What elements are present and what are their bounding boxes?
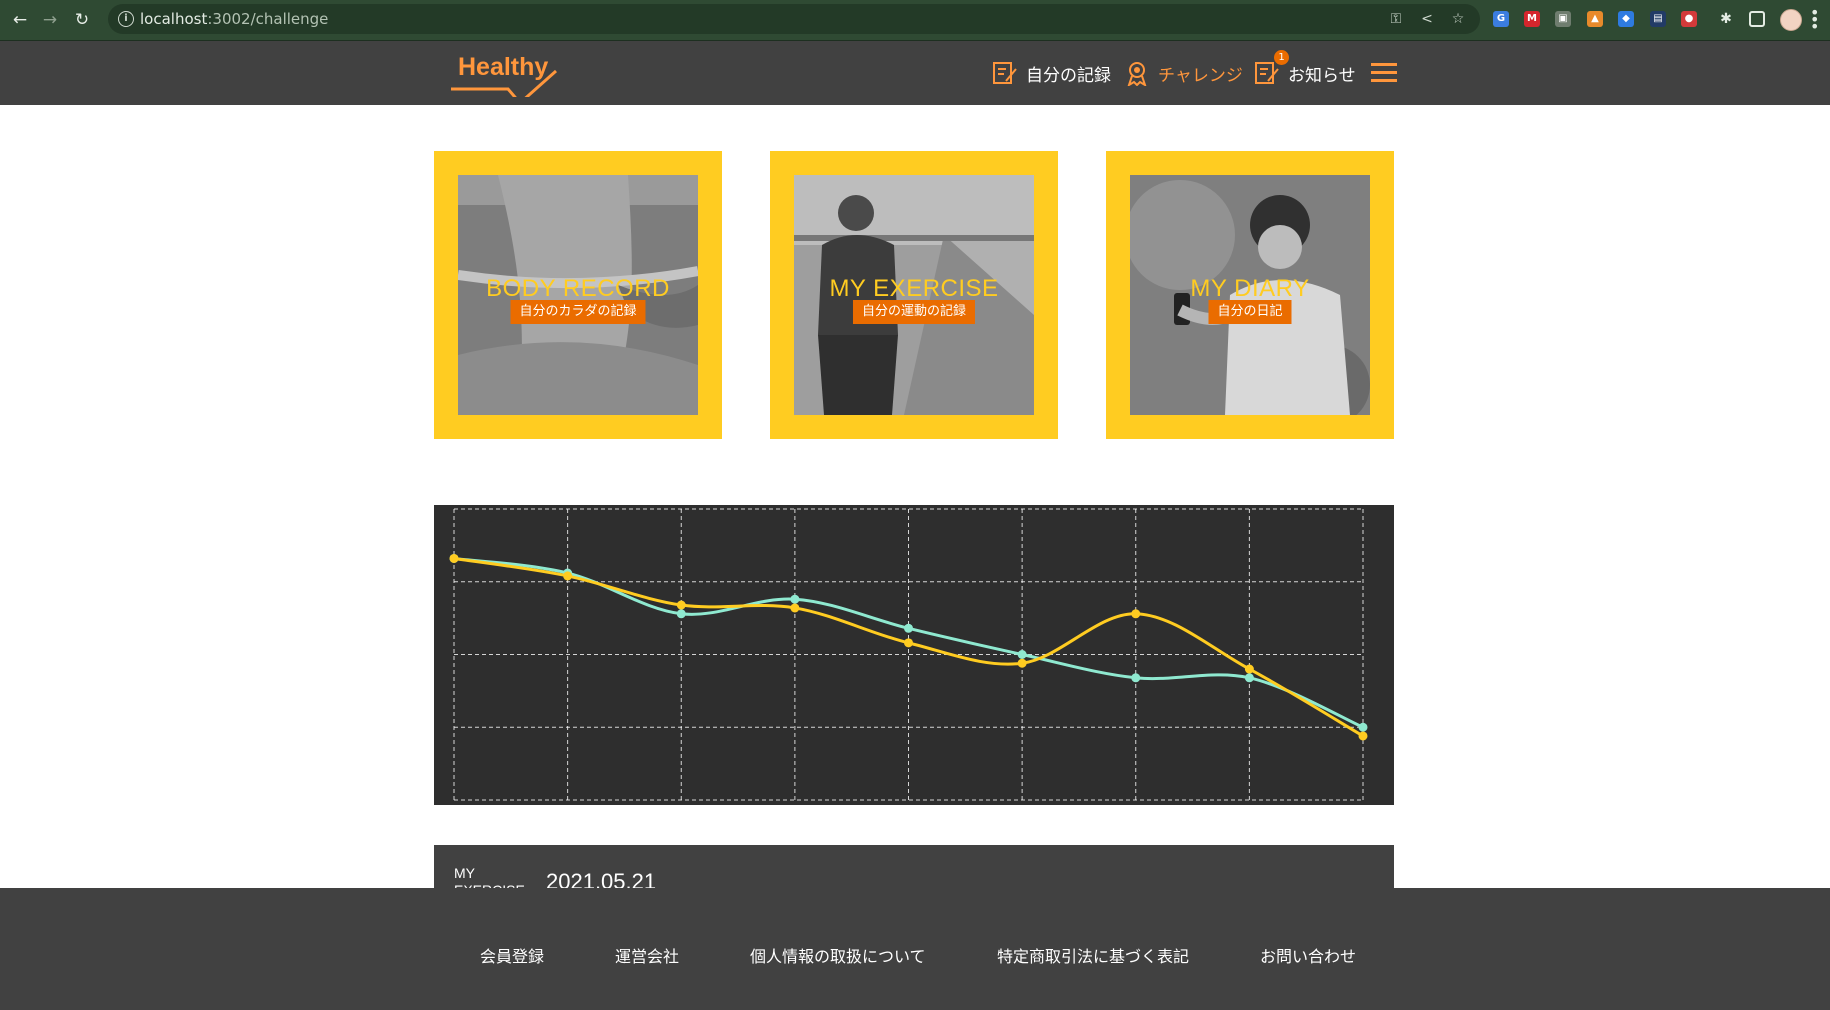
- nav-challenge[interactable]: チャレンジ: [1124, 59, 1243, 87]
- footer-link-contact[interactable]: お問い合わせ: [1260, 943, 1356, 967]
- share-icon[interactable]: <: [1419, 11, 1435, 27]
- data-point-series-1-3: [676, 609, 686, 619]
- tile-my-exercise[interactable]: MY EXERCISE 自分の運動の記録: [770, 151, 1058, 439]
- tile-my-diary[interactable]: MY DIARY 自分の日記: [1106, 151, 1394, 439]
- bookmark-star-icon[interactable]: ☆: [1450, 11, 1466, 27]
- reload-icon[interactable]: ↻: [72, 10, 92, 30]
- record-extension-icon[interactable]: ●: [1681, 11, 1697, 27]
- cube-extension-icon[interactable]: ▣: [1555, 11, 1571, 27]
- data-point-series-1-7: [1131, 673, 1141, 683]
- shield-extension-icon[interactable]: ◆: [1618, 11, 1634, 27]
- my-exercise-panel: MY EXERCISE 2021.05.21: [434, 845, 1394, 889]
- url-host: localhost: [140, 10, 208, 28]
- key-icon[interactable]: ⚿: [1388, 11, 1404, 27]
- data-point-series-2-9: [1358, 731, 1368, 741]
- nav-news-label: お知らせ: [1288, 65, 1356, 86]
- footer-link-company[interactable]: 運営会社: [615, 943, 679, 967]
- data-point-series-1-8: [1244, 673, 1254, 683]
- data-point-series-1-4: [790, 594, 800, 604]
- footer-link-commerce-law[interactable]: 特定商取引法に基づく表記: [997, 943, 1189, 967]
- tile-title: MY DIARY: [1190, 275, 1310, 302]
- tile-title: MY EXERCISE: [829, 275, 999, 302]
- data-point-series-2-7: [1131, 609, 1141, 619]
- translate-extension-icon[interactable]: G: [1493, 11, 1509, 27]
- body-record-photo: BODY RECORD 自分のカラダの記録: [458, 175, 698, 415]
- exercise-label: MY EXERCISE: [454, 865, 525, 889]
- data-point-series-2-4: [790, 603, 800, 613]
- my-exercise-photo: MY EXERCISE 自分の運動の記録: [794, 175, 1034, 415]
- data-point-series-2-8: [1244, 664, 1254, 674]
- tile-label: 自分の運動の記録: [852, 300, 976, 324]
- nav-challenge-label: チャレンジ: [1158, 65, 1243, 86]
- tile-title: BODY RECORD: [486, 275, 670, 302]
- profile-avatar[interactable]: [1780, 9, 1802, 31]
- logo-swoosh-icon: [451, 69, 557, 97]
- footer-link-register[interactable]: 会員登録: [480, 943, 544, 967]
- footer-link-privacy[interactable]: 個人情報の取扱について: [750, 943, 926, 967]
- terminal-extension-icon[interactable]: ▤: [1650, 11, 1666, 27]
- address-bar[interactable]: i localhost:3002/challenge ⚿ < ☆: [108, 4, 1480, 34]
- data-point-series-1-5: [904, 623, 913, 633]
- kebab-menu-icon[interactable]: • • •: [1810, 5, 1819, 35]
- body-record-chart: [434, 505, 1394, 805]
- m-extension-icon[interactable]: M: [1524, 11, 1540, 27]
- data-point-series-1-9: [1358, 722, 1368, 732]
- fox-extension-icon[interactable]: ▲: [1587, 11, 1603, 27]
- chart-canvas: [449, 508, 1368, 801]
- my-diary-photo: MY DIARY 自分の日記: [1130, 175, 1370, 415]
- nav-my-record-label: 自分の記録: [1026, 65, 1111, 86]
- site-header: Healthy 自分の記録 チャレンジ お知らせ: [0, 41, 1830, 105]
- nav-my-record[interactable]: 自分の記録: [992, 59, 1111, 87]
- side-panel-icon[interactable]: [1749, 11, 1765, 27]
- data-point-series-1-6: [1017, 650, 1027, 659]
- site-info-icon[interactable]: i: [118, 11, 134, 27]
- tile-label: 自分の日記: [1208, 300, 1292, 324]
- browser-toolbar: ← → ↻ i localhost:3002/challenge ⚿ < ☆ G…: [0, 0, 1830, 41]
- hamburger-menu-icon[interactable]: [1371, 63, 1397, 83]
- data-point-series-2-5: [904, 638, 913, 648]
- info-icon: [1255, 62, 1279, 84]
- footer: 会員登録 運営会社 個人情報の取扱について 特定商取引法に基づく表記 お問い合わ…: [0, 888, 1830, 1010]
- memo-icon: [993, 62, 1017, 84]
- data-point-series-2-6: [1017, 658, 1027, 668]
- puzzle-extensions-icon[interactable]: ✱: [1718, 11, 1734, 27]
- notification-badge: 1: [1274, 50, 1289, 65]
- url-text: localhost:3002/challenge: [140, 10, 328, 28]
- data-point-series-2-2: [563, 571, 573, 581]
- data-point-series-2-3: [676, 600, 686, 610]
- tile-label: 自分のカラダの記録: [510, 300, 646, 324]
- url-path: :3002/challenge: [207, 10, 329, 28]
- data-point-series-2-1: [449, 553, 459, 563]
- back-arrow-icon[interactable]: ←: [10, 10, 30, 30]
- medal-icon: [1127, 62, 1147, 86]
- exercise-date: 2021.05.21: [546, 869, 657, 889]
- logo[interactable]: Healthy: [448, 51, 564, 97]
- forward-arrow-icon[interactable]: →: [40, 10, 60, 30]
- nav-news[interactable]: お知らせ: [1254, 59, 1356, 87]
- tile-body-record[interactable]: BODY RECORD 自分のカラダの記録: [434, 151, 722, 439]
